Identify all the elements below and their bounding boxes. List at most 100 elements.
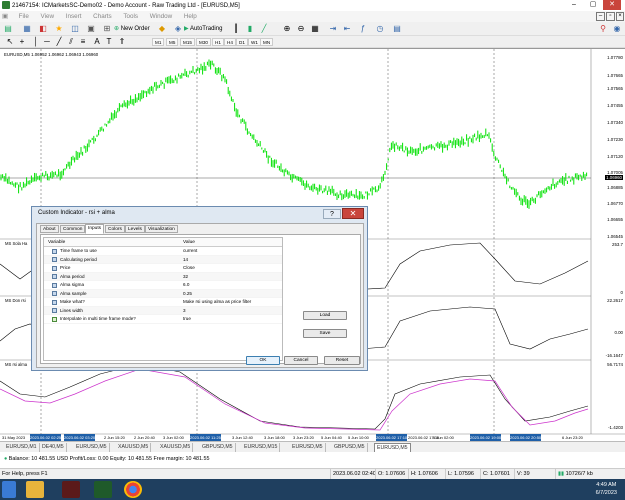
vertical-line-icon[interactable]: │ xyxy=(31,37,41,47)
horizontal-line-icon[interactable]: ─ xyxy=(42,37,52,47)
input-row[interactable]: Interpolate in multi time frame mode? tru… xyxy=(44,315,282,324)
input-row[interactable]: Alma period 32 xyxy=(44,272,282,282)
input-value[interactable]: 0.25 xyxy=(183,290,192,299)
zoom-in-icon[interactable]: ⊕ xyxy=(282,24,292,34)
chart-tab[interactable]: EURUSD,M5 xyxy=(290,443,326,452)
input-row[interactable]: Alma sample 0.25 xyxy=(44,289,282,299)
input-row[interactable]: Lines width 3 xyxy=(44,306,282,316)
metatrader-icon[interactable] xyxy=(94,481,112,498)
input-row[interactable]: Time frame to use current xyxy=(44,247,282,256)
input-value[interactable]: 14 xyxy=(183,256,188,265)
tester-icon[interactable]: ⊞ xyxy=(102,24,112,34)
app-red-icon[interactable] xyxy=(62,481,80,498)
metaeditor-icon[interactable]: ◆ xyxy=(157,24,167,34)
tab-levels[interactable]: Levels xyxy=(125,225,145,233)
chart-tab[interactable]: GBPUSD,M5 xyxy=(332,443,368,452)
chart-tab[interactable]: GBPUSD,M5 xyxy=(200,443,236,452)
input-row[interactable]: Make what? Make rsi using alma as price f… xyxy=(44,298,282,307)
text-icon[interactable]: A xyxy=(92,37,102,47)
file-explorer-icon[interactable] xyxy=(26,481,44,498)
timeframe-m30[interactable]: M30 xyxy=(196,38,211,46)
reset-button[interactable]: Reset xyxy=(324,356,360,365)
input-value[interactable]: 3 xyxy=(183,307,186,316)
input-value[interactable]: Make rsi using alma as price filter xyxy=(183,298,251,307)
menu-view[interactable]: View xyxy=(36,11,60,22)
chart-tab[interactable]: XAUUSD,M5 xyxy=(116,443,152,452)
label-icon[interactable]: T xyxy=(104,37,114,47)
menu-tools[interactable]: Tools xyxy=(118,11,143,22)
chart-tab[interactable]: EURUSD,M5 xyxy=(74,443,110,452)
profiles-icon[interactable]: ▦ xyxy=(22,24,32,34)
chart-minimize-button[interactable]: – xyxy=(596,12,605,21)
line-chart-icon[interactable]: ╱ xyxy=(259,24,269,34)
timeframe-m5[interactable]: M5 xyxy=(166,38,179,46)
timeframe-mn[interactable]: MN xyxy=(260,38,274,46)
tab-visualization[interactable]: Visualization xyxy=(145,225,178,233)
chart-close-button[interactable]: × xyxy=(616,12,624,21)
ok-button[interactable]: OK xyxy=(246,356,280,365)
tab-common[interactable]: Common xyxy=(60,225,86,233)
tile-windows-icon[interactable]: ▦ xyxy=(310,24,320,34)
maximize-button[interactable]: ▢ xyxy=(584,0,602,10)
input-value[interactable]: Close xyxy=(183,264,195,273)
timeframe-m1[interactable]: M1 xyxy=(152,38,165,46)
signals-icon[interactable]: ◈ xyxy=(173,24,183,34)
search-icon[interactable]: ⚲ xyxy=(598,24,608,34)
input-value[interactable]: 6.0 xyxy=(183,281,189,290)
autoscroll-icon[interactable]: ⇥ xyxy=(328,24,338,34)
tab-about[interactable]: About xyxy=(40,225,59,233)
chart-tab[interactable]: XAUUSD,M5 xyxy=(158,443,194,452)
chart-restore-button[interactable]: ▫ xyxy=(606,12,615,21)
trendline-icon[interactable]: ╱ xyxy=(54,37,64,47)
close-button[interactable]: ✕ xyxy=(603,0,621,10)
timeframe-m15[interactable]: M15 xyxy=(180,38,195,46)
dialog-help-button[interactable]: ? xyxy=(323,209,341,219)
timeframe-w1[interactable]: W1 xyxy=(248,38,261,46)
tab-inputs[interactable]: Inputs xyxy=(85,224,105,234)
bar-chart-icon[interactable]: ┃ xyxy=(231,24,241,34)
data-window-icon[interactable]: ★ xyxy=(54,24,64,34)
menu-help[interactable]: Help xyxy=(179,11,202,22)
input-value[interactable]: true xyxy=(183,315,191,324)
menu-charts[interactable]: Charts xyxy=(88,11,117,22)
new-order-button[interactable]: ⊕ New Order xyxy=(114,24,150,34)
zoom-out-icon[interactable]: ⊖ xyxy=(296,24,306,34)
community-icon[interactable]: ◉ xyxy=(612,24,622,34)
start-icon[interactable] xyxy=(2,481,16,498)
crosshair-icon[interactable]: + xyxy=(17,37,27,47)
market-watch-icon[interactable]: ◧ xyxy=(38,24,48,34)
chart-tab[interactable]: DE40,M5 xyxy=(40,443,67,452)
autotrading-button[interactable]: ▶ AutoTrading xyxy=(184,24,222,34)
timeframe-d1[interactable]: D1 xyxy=(236,38,248,46)
input-row[interactable]: Alma sigma 6.0 xyxy=(44,281,282,290)
indicators-icon[interactable]: ƒ xyxy=(358,24,368,34)
menu-file[interactable]: File xyxy=(14,11,34,22)
channel-icon[interactable]: ⫽ xyxy=(66,37,76,47)
load-button[interactable]: Load xyxy=(303,311,347,320)
fibonacci-icon[interactable]: ≡ xyxy=(78,37,88,47)
minimize-button[interactable]: – xyxy=(565,0,583,10)
dialog-close-button[interactable]: ✕ xyxy=(342,208,364,219)
clock[interactable]: 4:49 AM 6/7/2023 xyxy=(596,481,617,497)
templates-icon[interactable]: ▤ xyxy=(392,24,402,34)
new-chart-icon[interactable]: ▤ xyxy=(3,24,13,34)
timeframe-h4[interactable]: H4 xyxy=(224,38,236,46)
cursor-icon[interactable]: ↖ xyxy=(5,37,15,47)
input-row[interactable]: Price Close xyxy=(44,264,282,273)
chart-tab-active[interactable]: EURUSD,M5 xyxy=(374,443,411,452)
cancel-button[interactable]: Cancel xyxy=(284,356,318,365)
chart-shift-icon[interactable]: ⇤ xyxy=(342,24,352,34)
timeframe-h1[interactable]: H1 xyxy=(212,38,224,46)
arrows-icon[interactable]: ⇑ xyxy=(117,37,127,47)
input-value[interactable]: 32 xyxy=(183,273,188,282)
chart-tab[interactable]: EURUSD,M1 xyxy=(4,443,40,452)
terminal-icon[interactable]: ▣ xyxy=(86,24,96,34)
chart-tab[interactable]: EURUSD,M15 xyxy=(242,443,281,452)
candlestick-icon[interactable]: ▮ xyxy=(245,24,255,34)
save-button[interactable]: Save xyxy=(303,329,347,338)
navigator-icon[interactable]: ◫ xyxy=(70,24,80,34)
input-value[interactable]: current xyxy=(183,247,197,256)
input-row[interactable]: Calculating period 14 xyxy=(44,255,282,265)
periods-icon[interactable]: ◷ xyxy=(375,24,385,34)
chrome-icon[interactable] xyxy=(124,481,142,498)
